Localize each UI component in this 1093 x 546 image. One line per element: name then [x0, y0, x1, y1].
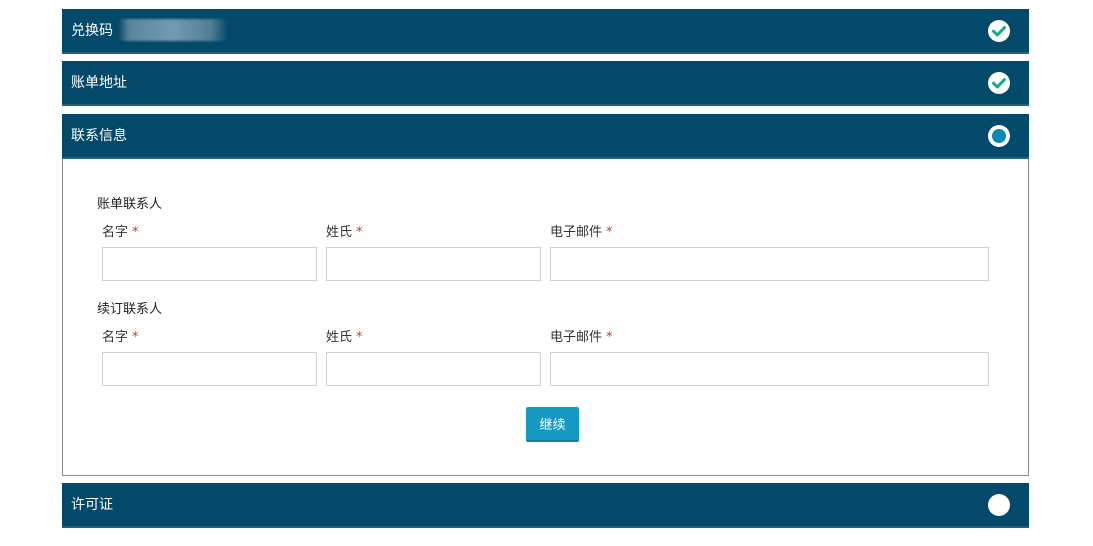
check-circle-icon [988, 20, 1010, 42]
continue-button[interactable]: 继续 [526, 407, 579, 442]
step-header-redeem-code[interactable]: 兑换码 [62, 9, 1029, 54]
step-title: 许可证 [71, 497, 113, 513]
contact-info-panel: 账单联系人 名字 * 姓氏 * 电子邮件 * 续订联系人 名字 * 姓氏 * 电子邮件 * … [62, 159, 1029, 476]
check-circle-icon [988, 72, 1010, 94]
step-title: 兑换码 [71, 23, 113, 39]
step-title: 账单地址 [71, 75, 127, 91]
renewal-first-name-label: 名字 * [102, 330, 139, 345]
billing-last-name-label: 姓氏 * [326, 225, 363, 240]
renewal-last-name-input[interactable] [326, 352, 541, 386]
renewal-last-name-label: 姓氏 * [326, 330, 363, 345]
billing-email-label: 电子邮件 * [550, 225, 613, 240]
billing-first-name-input[interactable] [102, 247, 317, 281]
renewal-email-input[interactable] [550, 352, 989, 386]
billing-last-name-input[interactable] [326, 247, 541, 281]
active-step-icon [988, 125, 1010, 147]
billing-email-input[interactable] [550, 247, 989, 281]
renewal-contact-title: 续订联系人 [97, 302, 163, 317]
step-header-contact-info[interactable]: 联系信息 [62, 114, 1029, 159]
billing-first-name-label: 名字 * [102, 225, 139, 240]
billing-contact-title: 账单联系人 [97, 197, 163, 212]
step-header-billing-address[interactable]: 账单地址 [62, 61, 1029, 106]
redacted-code [118, 19, 228, 41]
renewal-email-label: 电子邮件 * [550, 330, 613, 345]
pending-step-icon [988, 494, 1010, 516]
renewal-first-name-input[interactable] [102, 352, 317, 386]
step-header-license[interactable]: 许可证 [62, 483, 1029, 528]
step-title: 联系信息 [71, 128, 127, 144]
